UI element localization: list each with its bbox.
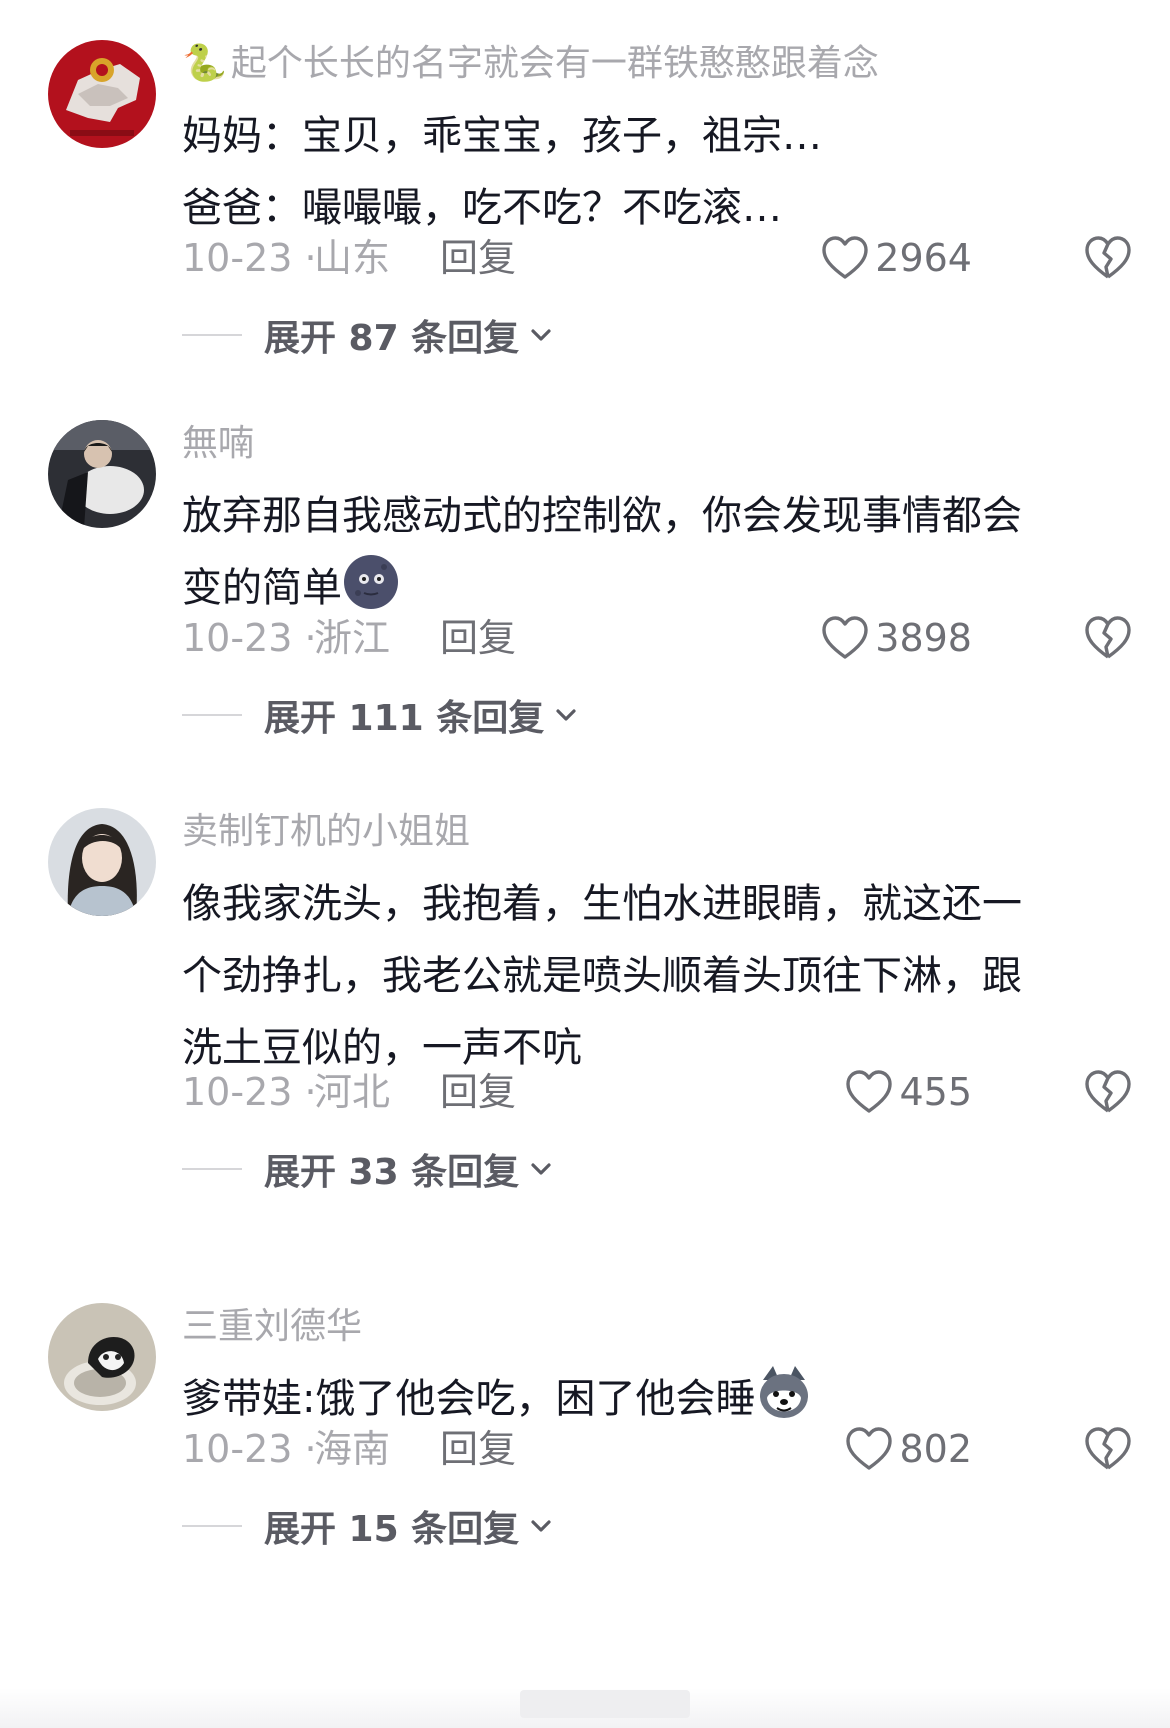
- broken-heart-icon: [1085, 236, 1131, 279]
- avatar[interactable]: [48, 1303, 156, 1411]
- expand-replies-label: 展开 15 条回复: [264, 1509, 520, 1550]
- like-count: 3898: [875, 616, 972, 660]
- comment-line: 个劲挣扎，我老公就是喷头顺着头顶往下淋，跟: [182, 953, 1022, 999]
- username[interactable]: 卖制钉机的小姐姐: [182, 808, 470, 856]
- chevron-down-icon: [531, 329, 551, 341]
- chevron-down-icon: [531, 1520, 551, 1532]
- heart-outline-icon: [846, 1070, 893, 1113]
- comment-location: 河北: [314, 1070, 391, 1114]
- like-count: 802: [899, 1427, 972, 1471]
- like-button[interactable]: 455: [845, 1062, 972, 1122]
- heart-outline-icon: [846, 1427, 893, 1470]
- comment-text: 妈妈：宝贝，乖宝宝，孩子，祖宗… 爸爸：嘬嘬嘬，吃不吃？不吃滚…: [182, 100, 1122, 244]
- broken-heart-icon: [1085, 1070, 1131, 1113]
- avatar[interactable]: [48, 420, 156, 528]
- avatar[interactable]: [48, 40, 156, 148]
- divider: [182, 714, 242, 716]
- expand-replies-label: 展开 33 条回复: [264, 1152, 520, 1193]
- expand-replies-button[interactable]: 展开 111 条回复: [182, 685, 580, 745]
- heart-outline-icon: [822, 616, 868, 659]
- expand-replies-button[interactable]: 展开 33 条回复: [182, 1139, 555, 1199]
- username[interactable]: 🐍 起个长长的名字就会有一群铁憨憨跟着念: [182, 40, 879, 88]
- username[interactable]: 無喃: [182, 420, 254, 468]
- like-count: 455: [899, 1070, 972, 1114]
- snake-emoji: 🐍: [182, 43, 227, 84]
- heart-outline-icon: [822, 236, 868, 279]
- comment-line: 像我家洗头，我抱着，生怕水进眼睛，就这还一: [182, 881, 1022, 927]
- username[interactable]: 三重刘德华: [182, 1303, 362, 1351]
- comment-text: 放弃那自我感动式的控制欲，你会发现事情都会 变的简单: [182, 480, 1122, 624]
- comment-location: 山东: [314, 236, 391, 280]
- broken-heart-icon: [1085, 1427, 1131, 1470]
- comment-line: 放弃那自我感动式的控制欲，你会发现事情都会: [182, 493, 1022, 539]
- comment-date: 10-23 ·: [182, 616, 317, 660]
- comment-line: 妈妈：宝贝，乖宝宝，孩子，祖宗…: [182, 113, 822, 159]
- comment-date: 10-23 ·: [182, 236, 317, 280]
- comment-meta: 10-23 · 海南 回复 802: [182, 1419, 1142, 1479]
- dislike-button[interactable]: [1084, 1426, 1132, 1472]
- watermark: [520, 1690, 690, 1718]
- like-button[interactable]: 2964: [821, 228, 972, 288]
- husky-emoji: [755, 1364, 813, 1422]
- expand-replies-label: 展开 87 条回复: [264, 318, 520, 359]
- dislike-button[interactable]: [1084, 235, 1132, 281]
- chevron-down-icon: [531, 1163, 551, 1175]
- chevron-down-icon: [556, 709, 576, 721]
- reply-button[interactable]: 回复: [440, 1062, 516, 1122]
- dislike-button[interactable]: [1084, 615, 1132, 661]
- like-button[interactable]: 802: [845, 1419, 972, 1479]
- comment-meta: 10-23 · 山东 回复 2964: [182, 228, 1142, 288]
- avatar[interactable]: [48, 808, 156, 916]
- divider: [182, 334, 242, 336]
- comment-meta: 10-23 · 浙江 回复 3898: [182, 608, 1142, 668]
- reply-button[interactable]: 回复: [440, 228, 516, 288]
- comment-date: 10-23 ·: [182, 1070, 317, 1114]
- broken-heart-icon: [1085, 616, 1131, 659]
- comment-location: 浙江: [314, 616, 391, 660]
- divider: [182, 1525, 242, 1527]
- comment-date: 10-23 ·: [182, 1427, 317, 1471]
- expand-replies-label: 展开 111 条回复: [264, 698, 545, 739]
- expand-replies-button[interactable]: 展开 15 条回复: [182, 1496, 555, 1556]
- like-count: 2964: [875, 236, 972, 280]
- like-button[interactable]: 3898: [821, 608, 972, 668]
- dislike-button[interactable]: [1084, 1069, 1132, 1115]
- comment-meta: 10-23 · 河北 回复 455: [182, 1062, 1142, 1122]
- reply-button[interactable]: 回复: [440, 608, 516, 668]
- moon-face-emoji: [342, 553, 400, 611]
- divider: [182, 1168, 242, 1170]
- comment-location: 海南: [314, 1427, 391, 1471]
- reply-button[interactable]: 回复: [440, 1419, 516, 1479]
- expand-replies-button[interactable]: 展开 87 条回复: [182, 305, 555, 365]
- comment-text: 像我家洗头，我抱着，生怕水进眼睛，就这还一 个劲挣扎，我老公就是喷头顺着头顶往下…: [182, 868, 1122, 1084]
